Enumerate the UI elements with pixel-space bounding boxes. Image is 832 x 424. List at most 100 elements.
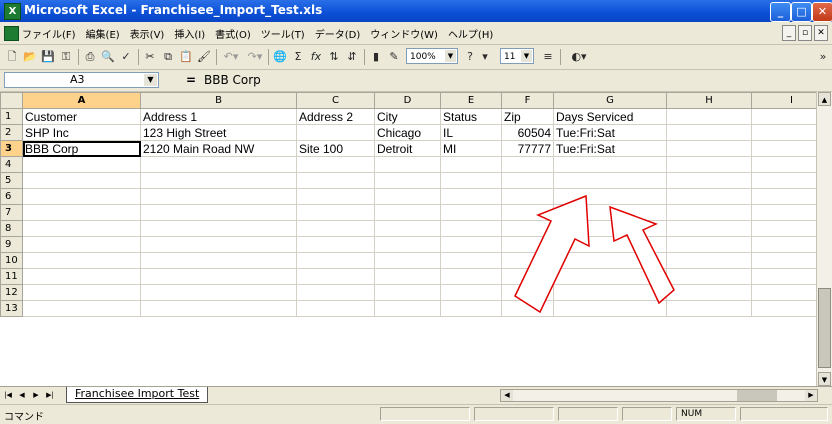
cell[interactable]	[666, 268, 752, 285]
cell[interactable]	[140, 220, 297, 237]
cell[interactable]	[666, 220, 752, 237]
save-icon[interactable]: 💾	[40, 48, 56, 65]
cell[interactable]	[553, 268, 667, 285]
doc-close-button[interactable]: ✕	[814, 25, 828, 41]
cell[interactable]	[374, 172, 441, 189]
cell[interactable]	[553, 188, 667, 205]
drawing-icon[interactable]: ✎	[386, 48, 402, 65]
cell[interactable]: SHP Inc	[22, 124, 141, 141]
cell[interactable]	[440, 204, 502, 221]
menu-item[interactable]: 表示(V)	[130, 26, 165, 41]
cell[interactable]	[553, 236, 667, 253]
cell[interactable]	[374, 236, 441, 253]
sort-descending-icon[interactable]: ⇵	[344, 48, 360, 65]
sheet-tab-franchisee-import-test[interactable]: Franchisee Import Test	[66, 387, 209, 403]
cell[interactable]	[296, 268, 375, 285]
row-header[interactable]: 8	[0, 220, 23, 237]
cell[interactable]: Status	[440, 108, 502, 125]
cell[interactable]	[296, 220, 375, 237]
cell[interactable]	[501, 188, 554, 205]
cell[interactable]	[22, 284, 141, 301]
minimize-button[interactable]: _	[770, 2, 791, 22]
cell[interactable]	[296, 236, 375, 253]
menu-item[interactable]: 書式(O)	[215, 26, 251, 41]
cell[interactable]	[140, 204, 297, 221]
cell[interactable]: Customer	[22, 108, 141, 125]
open-icon[interactable]: 📂	[22, 48, 38, 65]
column-header-g[interactable]: G	[553, 92, 667, 109]
workbook-icon[interactable]	[4, 26, 19, 41]
cell[interactable]	[22, 300, 141, 317]
vertical-scrollbar[interactable]: ▲ ▼	[816, 92, 832, 386]
cell[interactable]	[22, 188, 141, 205]
cell[interactable]	[501, 268, 554, 285]
help-icon[interactable]: ?	[462, 48, 478, 65]
row-header[interactable]: 2	[0, 124, 23, 141]
cell[interactable]	[501, 172, 554, 189]
cell[interactable]	[553, 156, 667, 173]
cell[interactable]	[501, 156, 554, 173]
cell[interactable]	[440, 236, 502, 253]
name-box[interactable]: A3 ▼	[4, 72, 159, 88]
menu-item[interactable]: 編集(E)	[86, 26, 120, 41]
sort-ascending-icon[interactable]: ⇅	[326, 48, 342, 65]
spelling-icon[interactable]: ✓	[118, 48, 134, 65]
scroll-down-icon[interactable]: ▼	[818, 372, 831, 386]
cell[interactable]	[374, 156, 441, 173]
cell[interactable]	[296, 300, 375, 317]
format-painter-icon[interactable]: 🖌	[196, 48, 212, 65]
cell[interactable]: Tue:Fri:Sat	[553, 124, 667, 141]
toolbar-options-icon[interactable]: ▾	[480, 48, 490, 65]
autosum-icon[interactable]: Σ	[290, 48, 306, 65]
cell[interactable]	[140, 156, 297, 173]
last-sheet-icon[interactable]: ▶|	[44, 389, 56, 401]
next-sheet-icon[interactable]: ▶	[30, 389, 42, 401]
cell[interactable]	[374, 300, 441, 317]
menu-item[interactable]: ツール(T)	[261, 26, 305, 41]
cell[interactable]	[22, 172, 141, 189]
horizontal-scroll-thumb[interactable]	[737, 390, 777, 401]
new-icon[interactable]: 🗋	[4, 48, 20, 65]
excel-icon[interactable]: X	[4, 3, 21, 20]
cell[interactable]	[440, 284, 502, 301]
close-button[interactable]: ✕	[812, 2, 832, 22]
column-header-b[interactable]: B	[140, 92, 297, 109]
cell[interactable]	[140, 268, 297, 285]
cell[interactable]	[22, 204, 141, 221]
select-all-corner[interactable]	[0, 92, 23, 109]
column-header-e[interactable]: E	[440, 92, 502, 109]
hyperlink-icon[interactable]: 🌐	[272, 48, 288, 65]
cut-icon[interactable]: ✂	[142, 48, 158, 65]
cell[interactable]: Address 1	[140, 108, 297, 125]
cell[interactable]	[22, 268, 141, 285]
maximize-button[interactable]: □	[791, 2, 812, 22]
cell[interactable]	[22, 252, 141, 269]
formula-input[interactable]: BBB Corp	[204, 73, 261, 87]
cell[interactable]	[140, 172, 297, 189]
cell[interactable]	[374, 188, 441, 205]
cell[interactable]	[666, 284, 752, 301]
cell[interactable]	[666, 172, 752, 189]
cell[interactable]: Tue:Fri:Sat	[553, 140, 667, 157]
cell[interactable]	[296, 284, 375, 301]
cell[interactable]	[22, 236, 141, 253]
cell[interactable]	[296, 204, 375, 221]
row-header[interactable]: 7	[0, 204, 23, 221]
cell[interactable]	[296, 252, 375, 269]
cell[interactable]: Chicago	[374, 124, 441, 141]
row-header[interactable]: 6	[0, 188, 23, 205]
scroll-right-icon[interactable]: ▶	[805, 390, 817, 401]
doc-minimize-button[interactable]: _	[782, 25, 796, 41]
menu-item[interactable]: データ(D)	[315, 26, 361, 41]
cell[interactable]	[666, 108, 752, 125]
row-header[interactable]: 13	[0, 300, 23, 317]
cell[interactable]	[666, 204, 752, 221]
cell[interactable]: IL	[440, 124, 502, 141]
row-header[interactable]: 4	[0, 156, 23, 173]
cell[interactable]: 123 High Street	[140, 124, 297, 141]
cell[interactable]	[374, 252, 441, 269]
column-header-d[interactable]: D	[374, 92, 441, 109]
cell[interactable]	[501, 252, 554, 269]
cell[interactable]	[666, 300, 752, 317]
toolbar-overflow-icon[interactable]: »	[818, 48, 828, 65]
